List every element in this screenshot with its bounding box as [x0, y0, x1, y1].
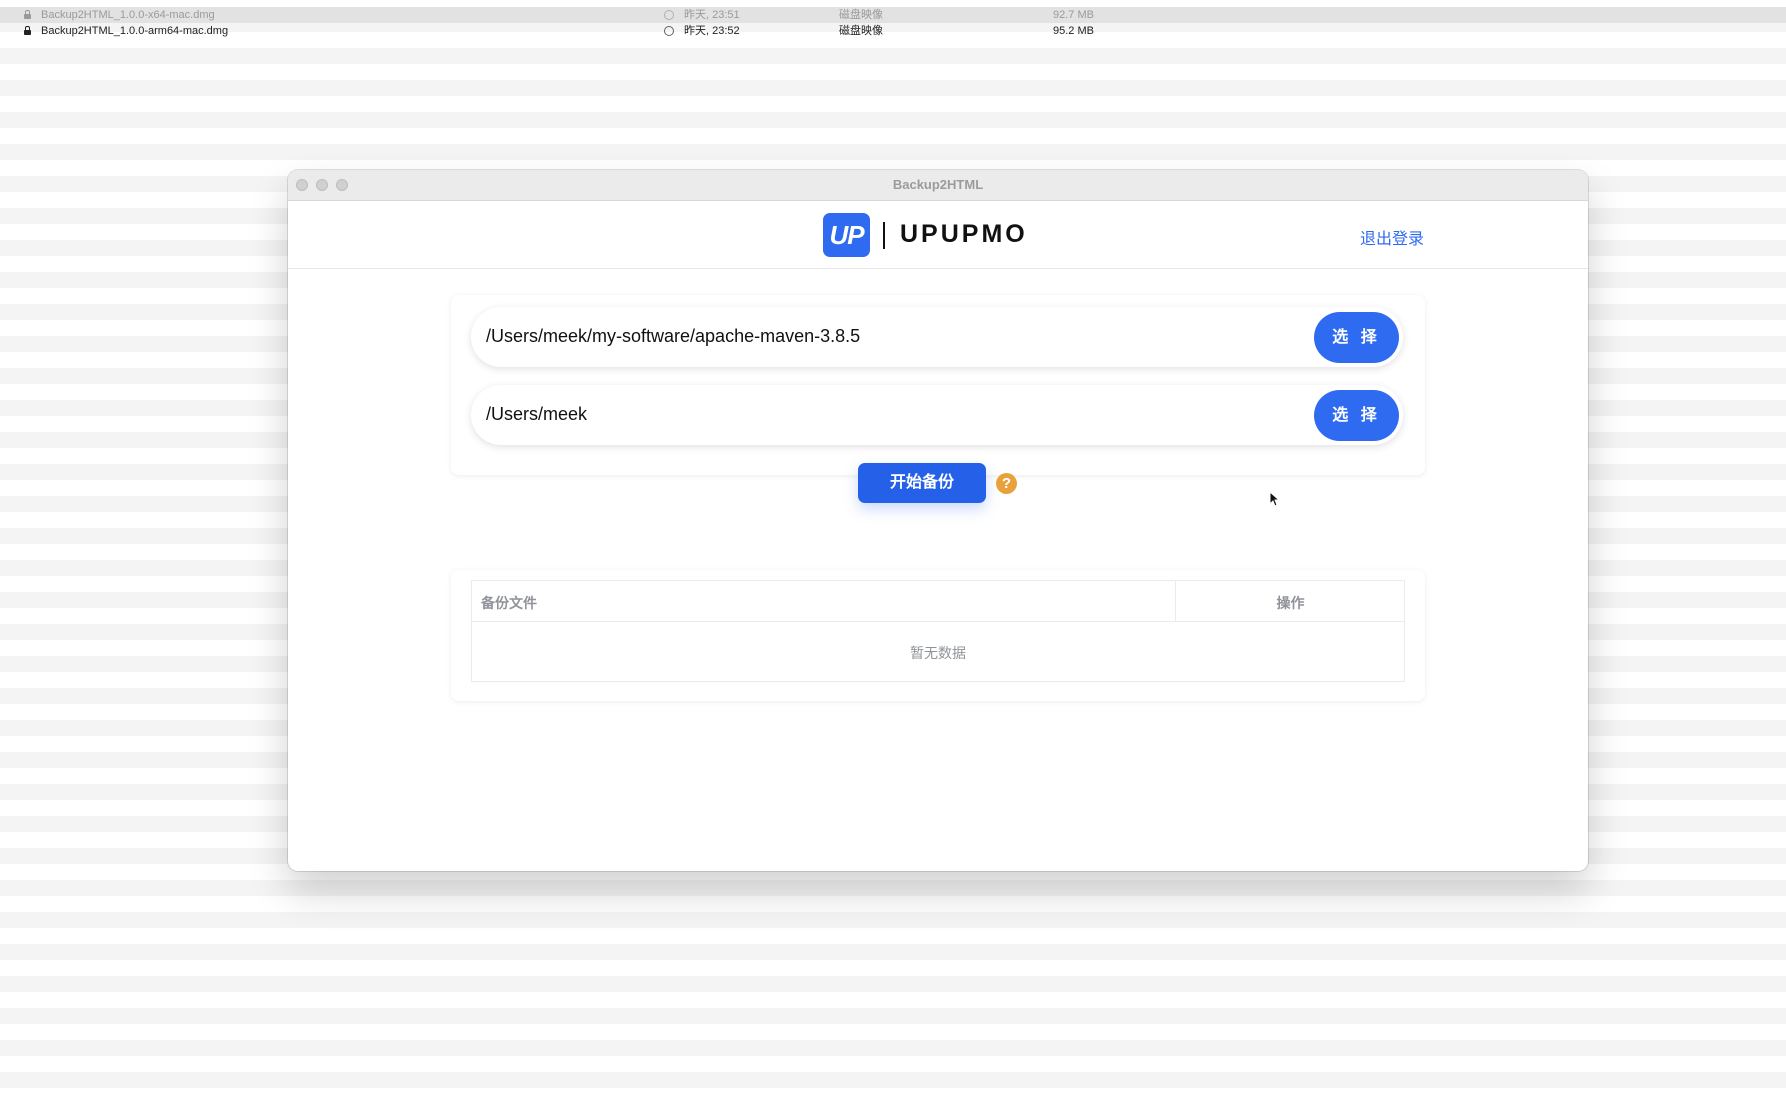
file-name: Backup2HTML_1.0.0-x64-mac.dmg [41, 9, 215, 21]
clock-icon [664, 10, 674, 20]
backup-table: 备份文件 操作 暂无数据 [471, 580, 1405, 682]
target-path-field[interactable]: /Users/meek 选 择 [471, 385, 1403, 445]
column-header-action: 操作 [1276, 595, 1305, 611]
app-header: UP UPUPMO 退出登录 [288, 201, 1588, 269]
file-date: 昨天, 23:51 [684, 9, 740, 21]
source-path-value: /Users/meek/my-software/apache-maven-3.8… [486, 326, 861, 346]
file-date: 昨天, 23:52 [684, 25, 740, 37]
choose-target-button[interactable]: 选 择 [1314, 390, 1399, 441]
choose-source-button[interactable]: 选 择 [1314, 312, 1399, 363]
empty-state-text: 暂无数据 [910, 645, 966, 661]
file-size: 92.7 MB [1053, 9, 1094, 21]
logo-mark: UP [823, 213, 870, 257]
lock-icon [24, 26, 31, 35]
clock-icon [664, 26, 674, 36]
title-bar[interactable]: Backup2HTML [288, 170, 1588, 201]
logo-divider [883, 222, 885, 249]
backup-form-card: /Users/meek/my-software/apache-maven-3.8… [451, 295, 1425, 503]
finder-row-arm64[interactable]: Backup2HTML_1.0.0-arm64-mac.dmg 昨天, 23:5… [0, 23, 1786, 39]
file-name: Backup2HTML_1.0.0-arm64-mac.dmg [41, 25, 229, 37]
window-title: Backup2HTML [892, 177, 984, 192]
column-header-file: 备份文件 [481, 595, 537, 611]
logo-text: UPUPMO [900, 220, 1028, 248]
start-backup-button[interactable]: 开始备份 [858, 463, 986, 503]
table-header: 备份文件 操作 [472, 581, 1404, 622]
file-kind: 磁盘映像 [839, 25, 883, 37]
target-path-value: /Users/meek [486, 404, 588, 424]
backup-list-card: 备份文件 操作 暂无数据 [451, 570, 1425, 701]
file-size: 95.2 MB [1053, 25, 1094, 37]
source-path-field[interactable]: /Users/meek/my-software/apache-maven-3.8… [471, 307, 1403, 367]
file-kind: 磁盘映像 [839, 9, 883, 21]
logout-link[interactable]: 退出登录 [1360, 225, 1424, 249]
app-window: Backup2HTML UP UPUPMO 退出登录 /Users/meek/m… [288, 170, 1588, 871]
lock-icon [24, 10, 31, 19]
help-icon[interactable]: ? [996, 473, 1017, 494]
finder-row-x64[interactable]: Backup2HTML_1.0.0-x64-mac.dmg 昨天, 23:51 … [0, 7, 1786, 23]
mouse-pointer-icon [1269, 491, 1279, 507]
